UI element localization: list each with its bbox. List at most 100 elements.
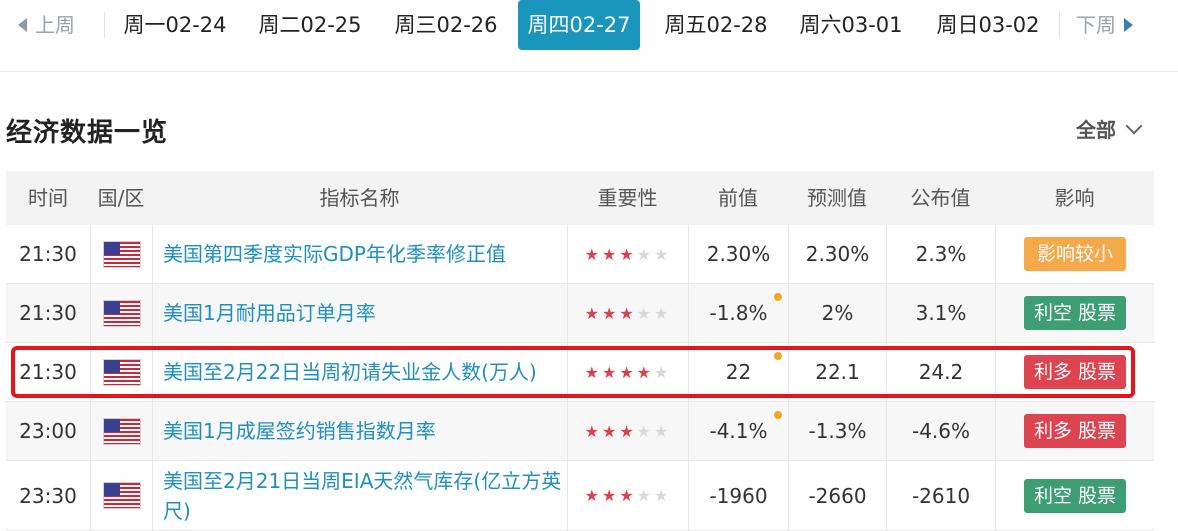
time-cell: 21:30 — [19, 301, 77, 325]
day-tab[interactable]: 周日03-02 — [927, 0, 1049, 50]
column-header: 前值 — [718, 186, 758, 210]
country-cell — [90, 402, 152, 460]
star-icon: ★ — [601, 421, 620, 441]
importance-cell: ★★★★★ — [567, 343, 688, 401]
prev-value-cell: -1.8% — [688, 284, 788, 342]
impact-cell: 利空 股票 — [995, 284, 1154, 342]
importance-stars: ★★★★★ — [585, 304, 672, 323]
star-icon: ★ — [619, 244, 637, 264]
prev-value: -1.8% — [709, 301, 768, 325]
nav-divider — [104, 12, 105, 38]
time-cell: 21:30 — [19, 242, 77, 266]
indicator-name-link[interactable]: 美国1月耐用品订单月率 — [152, 284, 567, 342]
indicator-name-link[interactable]: 美国至2月22日当周初请失业金人数(万人) — [152, 343, 567, 401]
column-header: 指标名称 — [319, 186, 400, 210]
impact-badge: 利多 股票 — [1024, 355, 1126, 389]
country-cell — [90, 461, 152, 530]
next-week-button[interactable]: 下周 — [1076, 8, 1133, 42]
prev-week-label: 上周 — [35, 13, 75, 37]
column-header: 重要性 — [597, 186, 658, 210]
filter-label: 全部 — [1076, 118, 1116, 142]
day-tab[interactable]: 周四02-27 — [518, 0, 640, 50]
star-icon: ★ — [636, 244, 655, 264]
country-cell — [90, 284, 152, 342]
prev-week-button[interactable]: 上周 — [18, 8, 75, 42]
chevron-down-icon — [1125, 117, 1143, 135]
us-flag-icon — [103, 300, 140, 326]
importance-stars: ★★★★★ — [585, 363, 672, 382]
day-tab[interactable]: 周三02-26 — [385, 0, 507, 50]
star-icon: ★ — [636, 486, 655, 505]
table-row: 21:30 美国至2月22日当周初请失业金人数(万人) ★★★★★ 22 22.1 24.… — [6, 343, 1154, 402]
arrow-left-icon — [18, 17, 27, 32]
nav-divider — [1059, 12, 1060, 38]
table-row: 21:30 美国1月耐用品订单月率 ★★★★★ -1.8% 2% 3.1% 利空 股票 — [6, 284, 1154, 343]
column-header: 公布值 — [910, 186, 971, 210]
revised-dot-icon — [774, 411, 782, 419]
importance-stars: ★★★★★ — [585, 486, 672, 505]
star-icon: ★ — [619, 303, 637, 323]
prev-value: -4.1% — [709, 419, 768, 443]
impact-badge: 影响较小 — [1024, 237, 1126, 271]
column-header: 时间 — [28, 186, 68, 210]
star-icon: ★ — [584, 244, 602, 264]
star-icon: ★ — [636, 362, 655, 382]
importance-stars: ★★★★★ — [585, 422, 672, 441]
star-icon: ★ — [654, 421, 672, 441]
time-cell: 23:00 — [19, 419, 77, 443]
indicator-name-link[interactable]: 美国第四季度实际GDP年化季率修正值 — [152, 225, 567, 283]
prev-value: 2.30% — [706, 242, 771, 266]
forecast-cell: 22.1 — [788, 343, 886, 401]
star-icon: ★ — [636, 421, 655, 441]
importance-stars: ★★★★★ — [585, 245, 672, 264]
us-flag-icon — [103, 418, 140, 444]
star-icon: ★ — [584, 486, 602, 505]
impact-cell: 影响较小 — [995, 225, 1154, 283]
star-icon: ★ — [584, 421, 602, 441]
day-tab[interactable]: 周一02-24 — [114, 0, 236, 50]
star-icon: ★ — [619, 421, 637, 441]
day-navigation: 上周 周一02-24 周二02-25 周三02-26 周四02-27 周五02-28 周六… — [0, 0, 1178, 72]
indicator-name-link[interactable]: 美国1月成屋签约销售指数月率 — [152, 402, 567, 460]
day-tab[interactable]: 周二02-25 — [249, 0, 371, 50]
forecast-cell: 2% — [788, 284, 886, 342]
star-icon: ★ — [654, 303, 672, 323]
star-icon: ★ — [601, 362, 620, 382]
table-header: 时间 国/区 指标名称 重要性 前值 预测值 公布值 影响 — [6, 171, 1154, 225]
day-tab[interactable]: 周五02-28 — [655, 0, 777, 50]
us-flag-icon — [103, 241, 140, 267]
day-tab[interactable]: 周六03-01 — [790, 0, 912, 50]
star-icon: ★ — [636, 303, 655, 323]
time-cell: 21:30 — [19, 360, 77, 384]
table-row: 23:00 美国1月成屋签约销售指数月率 ★★★★★ -4.1% -1.3% -4.6% 利… — [6, 402, 1154, 461]
section-title: 经济数据一览 — [6, 118, 169, 148]
column-header: 预测值 — [807, 186, 867, 210]
impact-cell: 利多 股票 — [995, 402, 1154, 460]
actual-cell: -2610 — [886, 461, 995, 530]
star-icon: ★ — [654, 486, 672, 505]
us-flag-icon — [103, 359, 140, 385]
prev-value-cell: -1960 — [688, 461, 788, 530]
impact-badge: 利空 股票 — [1024, 296, 1126, 330]
country-cell — [90, 343, 152, 401]
table-row: 23:30 美国至2月21日当周EIA天然气库存(亿立方英尺) ★★★★★ -1960… — [6, 461, 1154, 531]
star-icon: ★ — [601, 303, 620, 323]
table-row: 21:30 美国第四季度实际GDP年化季率修正值 ★★★★★ 2.30% 2.30% 2.… — [6, 225, 1154, 284]
time-cell: 23:30 — [19, 483, 77, 508]
forecast-cell: 2.30% — [788, 225, 886, 283]
forecast-cell: -1.3% — [788, 402, 886, 460]
importance-cell: ★★★★★ — [567, 402, 688, 460]
importance-cell: ★★★★★ — [567, 461, 688, 530]
importance-cell: ★★★★★ — [567, 284, 688, 342]
filter-dropdown[interactable]: 全部 — [1076, 114, 1143, 143]
impact-cell: 利多 股票 — [995, 343, 1154, 401]
actual-cell: -4.6% — [886, 402, 995, 460]
indicator-name-link[interactable]: 美国至2月21日当周EIA天然气库存(亿立方英尺) — [152, 461, 567, 530]
actual-cell: 2.3% — [886, 225, 995, 283]
actual-cell: 3.1% — [886, 284, 995, 342]
forecast-cell: -2660 — [788, 461, 886, 530]
us-flag-icon — [103, 483, 140, 508]
revised-dot-icon — [774, 352, 782, 360]
prev-value-cell: -4.1% — [688, 402, 788, 460]
star-icon: ★ — [619, 486, 637, 505]
